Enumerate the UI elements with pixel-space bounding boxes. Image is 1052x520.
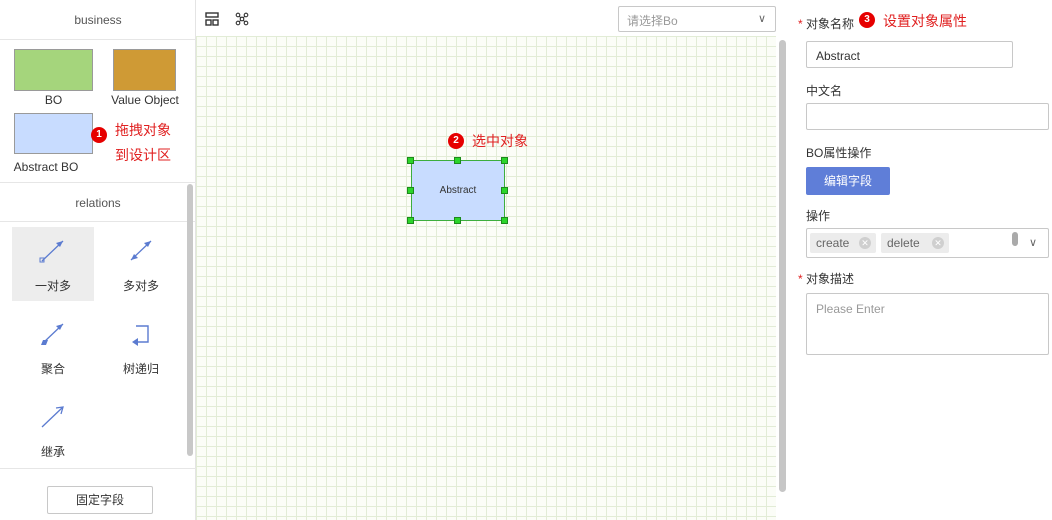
resize-handle-se[interactable] [501,217,508,224]
abstract-node[interactable]: Abstract [411,160,505,221]
fixed-field-button[interactable]: 固定字段 [47,486,153,514]
left-panel-divider [0,468,196,469]
relation-tree-recursion[interactable]: 树递归 [100,310,182,384]
relation-inheritance-label: 继承 [40,445,65,459]
bo-attr-label: BO属性操作 [806,146,872,160]
resize-handle-nw[interactable] [407,157,414,164]
operation-tag-create: create ✕ [810,233,876,253]
relation-many-to-many[interactable]: 多对多 [100,227,182,301]
layout-grid-icon[interactable] [205,12,219,29]
relation-one-to-many-label: 一对多 [34,279,71,293]
operation-tag-create-label: create [816,236,850,250]
chevron-down-icon: ∨ [757,13,766,25]
name-field-label-text: 对象名称 [806,17,855,31]
resize-handle-s[interactable] [454,217,461,224]
operation-tag-delete-label: delete [887,236,920,250]
design-canvas[interactable] [196,36,776,520]
operation-scroll-thumb[interactable] [1012,232,1018,246]
aggregation-arrow-icon [41,323,64,345]
step2-annotation: 选中对象 [472,133,528,149]
step1-annotation-line1: 拖拽对象 [115,122,171,138]
step3-badge: 3 [859,12,875,28]
edit-field-button[interactable]: 编辑字段 [806,167,890,195]
inheritance-arrow-icon [41,406,64,428]
left-panel-scrollbar[interactable] [187,184,193,456]
relation-tree-recursion-label: 树递归 [122,362,159,376]
relation-aggregation[interactable]: 聚合 [12,310,94,384]
bo-select-placeholder: 请选择Bo [627,14,678,28]
resize-handle-w[interactable] [407,187,414,194]
step1-annotation-line2: 到设计区 [115,147,171,163]
relation-inheritance[interactable]: 继承 [12,393,94,467]
tag-remove-icon[interactable]: ✕ [859,237,871,249]
resize-handle-n[interactable] [454,157,461,164]
resize-handle-sw[interactable] [407,217,414,224]
relation-many-to-many-label: 多对多 [122,279,159,293]
hierarchy-tree-icon[interactable] [235,12,249,29]
operation-tag-delete: delete ✕ [881,233,949,253]
desc-label: * 对象描述 [798,272,855,286]
step3-annotation: 设置对象属性 [883,13,967,29]
cn-name-label: 中文名 [806,84,843,98]
resize-handle-e[interactable] [501,187,508,194]
relation-aggregation-label: 聚合 [40,362,65,376]
business-section-title: business [0,0,196,40]
abstract-bo-shape-label: Abstract BO [13,160,79,174]
cn-name-input[interactable] [806,103,1049,130]
value-object-shape[interactable] [113,49,176,91]
tag-remove-icon[interactable]: ✕ [932,237,944,249]
bo-shape[interactable] [14,49,93,91]
step1-badge: 1 [91,127,107,143]
name-field-label: * 对象名称 [798,17,855,31]
desc-placeholder: Please Enter [816,302,885,316]
abstract-node-label: Abstract [439,185,477,196]
abstract-bo-shape[interactable] [14,113,93,154]
value-object-shape-label: Value Object [111,93,179,107]
left-palette-panel: business BO Value Object Abstract BO rel… [0,0,196,520]
name-input-value: Abstract [816,49,861,63]
chevron-down-icon[interactable]: ∨ [1029,236,1037,249]
resize-handle-ne[interactable] [501,157,508,164]
relations-section-title: relations [0,182,196,222]
many-to-many-arrow-icon [130,240,152,261]
operation-label: 操作 [806,209,831,223]
canvas-scrollbar[interactable] [779,40,786,492]
properties-panel [792,0,1052,520]
step2-badge: 2 [448,133,464,149]
bo-select-dropdown[interactable]: 请选择Bo ∨ [618,6,776,32]
relation-one-to-many[interactable]: 一对多 [12,227,94,301]
bo-shape-label: BO [44,93,63,107]
desc-textarea[interactable]: Please Enter [806,293,1049,355]
desc-label-text: 对象描述 [806,272,855,286]
name-input[interactable]: Abstract [806,41,1013,68]
tree-recursion-icon [132,325,149,346]
one-to-many-arrow-icon [39,240,64,263]
